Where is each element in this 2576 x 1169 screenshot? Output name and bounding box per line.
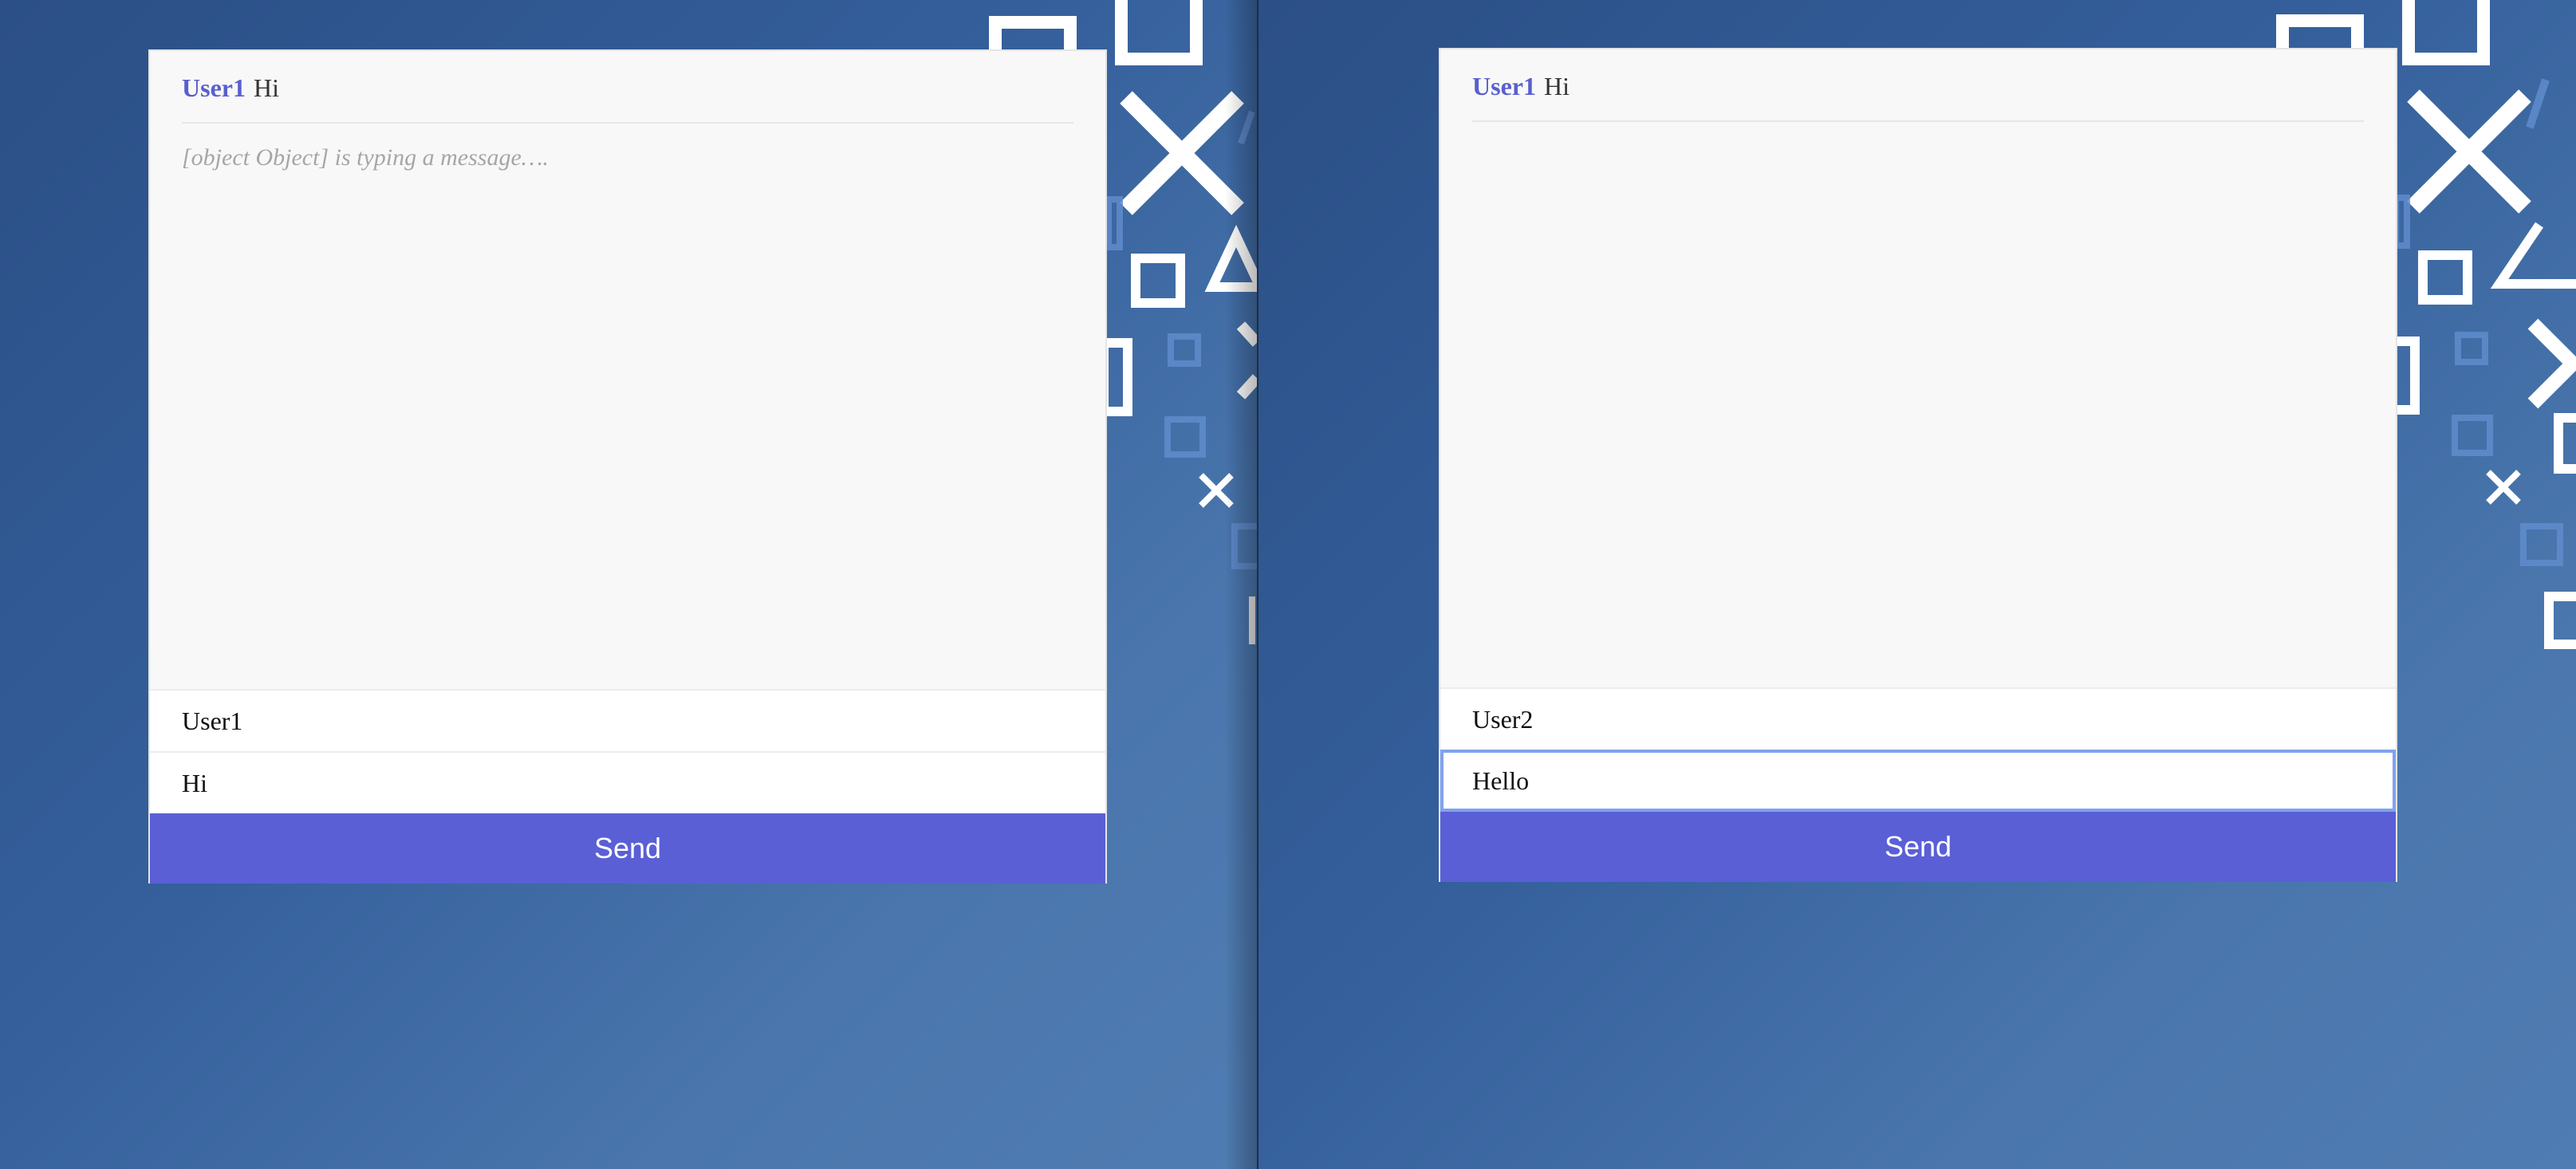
message-input[interactable] bbox=[150, 751, 1105, 813]
square-icon bbox=[1099, 338, 1132, 416]
cross-icon bbox=[1199, 473, 1234, 508]
square-icon bbox=[2452, 415, 2493, 456]
square-icon bbox=[2418, 250, 2472, 305]
square-icon bbox=[2544, 592, 2576, 649]
send-button[interactable]: Send bbox=[150, 813, 1105, 884]
triangle-icon bbox=[2490, 222, 2576, 289]
triangle-icon bbox=[1204, 224, 1257, 292]
message-handle: User1 bbox=[182, 73, 246, 102]
cross-icon bbox=[2486, 470, 2521, 505]
message-text: Hi bbox=[1543, 72, 1570, 100]
cross-icon bbox=[1120, 91, 1244, 215]
browser-window-right: User1Hi Send bbox=[1258, 0, 2576, 1169]
browser-window-left: User1 Hi [object Object] is typing a mess… bbox=[0, 0, 1257, 1169]
square-icon bbox=[2520, 523, 2563, 566]
handle-input[interactable] bbox=[1440, 687, 2396, 750]
message-handle: User1 bbox=[1472, 72, 1536, 100]
triangle-icon bbox=[2526, 78, 2550, 129]
chat-message: User1 Hi bbox=[182, 73, 1073, 124]
chat-window: User1Hi Send bbox=[1439, 48, 2397, 882]
cross-icon bbox=[1236, 321, 1257, 400]
handle-input[interactable] bbox=[150, 689, 1105, 751]
message-text: Hi bbox=[253, 73, 279, 102]
square-icon bbox=[1164, 416, 1206, 458]
chat-messages: User1 Hi bbox=[1440, 49, 2396, 687]
square-icon bbox=[1168, 333, 1201, 367]
chat-window: User1 Hi [object Object] is typing a mess… bbox=[148, 49, 1107, 884]
square-icon bbox=[2402, 0, 2490, 65]
cross-icon bbox=[2527, 318, 2576, 409]
square-icon bbox=[1131, 254, 1185, 308]
chat-message: User1 Hi bbox=[1472, 72, 2364, 122]
send-button[interactable]: Send bbox=[1440, 812, 2396, 882]
message-input[interactable] bbox=[1440, 750, 2396, 812]
square-icon bbox=[2393, 195, 2410, 249]
triangle-icon bbox=[1238, 110, 1255, 145]
chat-messages: User1 Hi [object Object] is typing a mess… bbox=[150, 51, 1105, 689]
scrollbar-sliver bbox=[1249, 596, 1255, 644]
typing-indicator: [object Object] is typing a message…. bbox=[182, 144, 549, 171]
square-icon bbox=[2554, 413, 2576, 474]
cross-icon bbox=[2407, 89, 2531, 214]
square-icon bbox=[1231, 523, 1257, 569]
square-icon bbox=[1105, 196, 1123, 250]
square-icon bbox=[1115, 0, 1203, 65]
square-icon bbox=[2455, 332, 2488, 365]
